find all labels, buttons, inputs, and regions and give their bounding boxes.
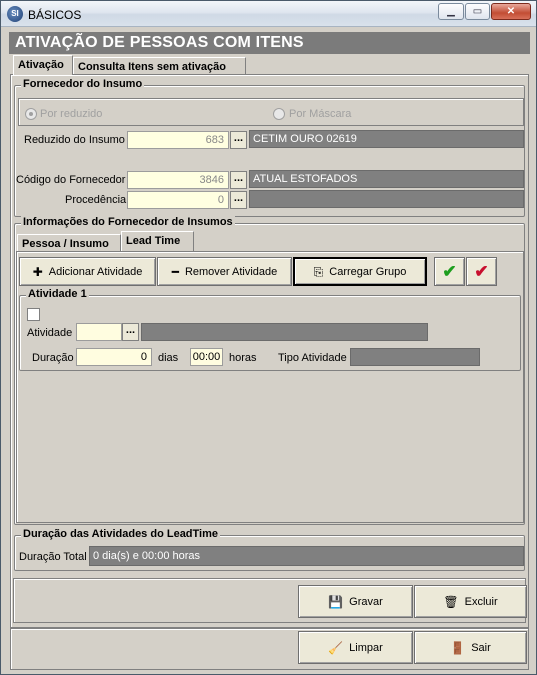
- tipo-atividade-field: [350, 348, 480, 366]
- tab-panel-lead-time: [16, 251, 524, 523]
- tipo-atividade-label: Tipo Atividade: [278, 352, 347, 364]
- save-label: Gravar: [349, 595, 383, 608]
- cancel-button[interactable]: ✔: [466, 257, 497, 286]
- duracao-total-field: 0 dia(s) e 00:00 horas: [89, 546, 524, 566]
- tab-lead-time[interactable]: Lead Time: [121, 231, 194, 251]
- plus-icon: ✚: [32, 264, 43, 279]
- maximize-button[interactable]: ▭: [465, 3, 490, 20]
- close-button[interactable]: ✕: [491, 3, 531, 20]
- red-check-icon: ✔: [474, 261, 489, 281]
- codigo-fornecedor-input[interactable]: 3846: [127, 171, 229, 189]
- horas-label: horas: [229, 352, 257, 364]
- radio-por-mascara[interactable]: [273, 108, 285, 120]
- remove-activity-button[interactable]: ━ Remover Atividade: [157, 257, 292, 286]
- reduzido-lookup-button[interactable]: ...: [230, 131, 247, 149]
- save-button[interactable]: 💾 Gravar: [298, 585, 413, 618]
- procedencia-label: Procedência: [65, 194, 127, 206]
- app-icon: SI: [7, 6, 23, 22]
- remove-activity-label: Remover Atividade: [184, 265, 278, 278]
- clear-label: Limpar: [349, 641, 383, 654]
- delete-label: Excluir: [464, 595, 498, 608]
- exit-button[interactable]: 🚪 Sair: [414, 631, 527, 664]
- atividade-label: Atividade: [27, 327, 73, 339]
- reduzido-label: Reduzido do Insumo: [24, 134, 125, 146]
- reduzido-description: CETIM OURO 02619: [249, 130, 524, 148]
- codigo-fornecedor-description: ATUAL ESTOFADOS: [249, 170, 524, 188]
- title-bar[interactable]: SI BÁSICOS ▁ ▭ ✕: [1, 1, 536, 27]
- duracao-label: Duração: [32, 352, 74, 364]
- broom-icon: 🧹: [328, 640, 344, 655]
- radio-por-reduzido[interactable]: [25, 108, 37, 120]
- green-check-icon: ✔: [442, 261, 457, 281]
- load-group-label: Carregar Grupo: [329, 265, 407, 278]
- codigo-fornecedor-label: Código do Fornecedor: [16, 174, 126, 186]
- add-activity-label: Adicionar Atividade: [48, 265, 143, 278]
- group-title-info-fornecedor: Informações do Fornecedor de Insumos: [21, 216, 235, 228]
- minimize-button[interactable]: ▁: [438, 3, 464, 20]
- reduzido-input[interactable]: 683: [127, 131, 229, 149]
- tab-ativacao[interactable]: Ativação: [13, 55, 73, 75]
- radio-por-reduzido-label: Por reduzido: [40, 108, 103, 120]
- group-title-duracao: Duração das Atividades do LeadTime: [21, 528, 221, 540]
- main-window: SI BÁSICOS ▁ ▭ ✕ ATIVAÇÃO DE PESSOAS COM…: [0, 0, 537, 675]
- radio-por-mascara-label: Por Máscara: [289, 108, 352, 120]
- load-group-button[interactable]: ⎘ Carregar Grupo: [293, 257, 427, 286]
- page-title: ATIVAÇÃO DE PESSOAS COM ITENS: [9, 32, 530, 54]
- atividade-input[interactable]: [76, 323, 122, 341]
- clear-button[interactable]: 🧹 Limpar: [298, 631, 413, 664]
- floppy-disk-icon: 💾: [328, 594, 344, 609]
- minus-icon: ━: [171, 264, 179, 279]
- duracao-total-label: Duração Total: [19, 551, 87, 563]
- trash-icon: 🗑: [443, 594, 459, 609]
- dias-label: dias: [158, 352, 179, 364]
- group-title-fornecedor: Fornecedor do Insumo: [21, 78, 145, 90]
- duracao-days-input[interactable]: 0: [76, 348, 152, 366]
- procedencia-description: [249, 190, 524, 208]
- exit-label: Sair: [471, 641, 491, 654]
- codigo-fornecedor-lookup-button[interactable]: ...: [230, 171, 247, 189]
- confirm-button[interactable]: ✔: [434, 257, 465, 286]
- atividade-description: [141, 323, 428, 341]
- procedencia-input[interactable]: 0: [127, 191, 229, 209]
- atividade-lookup-button[interactable]: ...: [122, 323, 139, 341]
- exit-door-icon: 🚪: [450, 640, 466, 655]
- add-activity-button[interactable]: ✚ Adicionar Atividade: [19, 257, 156, 286]
- procedencia-lookup-button[interactable]: ...: [230, 191, 247, 209]
- delete-button[interactable]: 🗑 Excluir: [414, 585, 527, 618]
- group-title-atividade: Atividade 1: [26, 288, 89, 300]
- load-group-icon: ⎘: [313, 264, 324, 279]
- duracao-time-input[interactable]: 00:00: [190, 348, 223, 366]
- window-title: BÁSICOS: [28, 8, 82, 22]
- atividade-checkbox[interactable]: [27, 308, 40, 321]
